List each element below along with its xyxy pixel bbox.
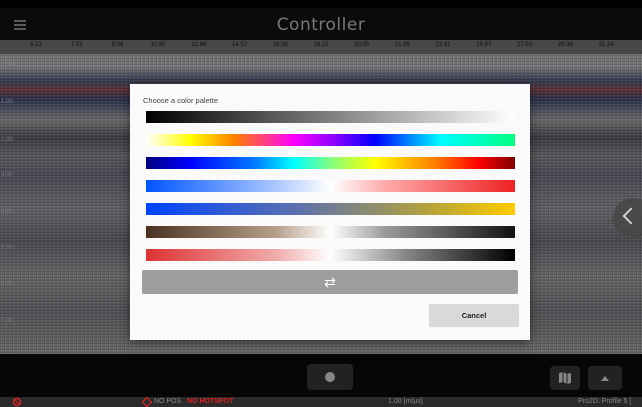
swap-arrows-icon: ⇄ bbox=[324, 274, 336, 290]
color-palette-dialog: Choose a color palette ⇄ Cancel bbox=[130, 84, 530, 340]
palette-option-blue-yellow[interactable] bbox=[146, 203, 515, 215]
dialog-title: Choose a color palette bbox=[143, 96, 219, 105]
palette-option-grayscale[interactable] bbox=[146, 111, 515, 123]
speed-label: 1.00 [m/µs] bbox=[388, 398, 423, 405]
app-window: Controller 5.23 7.03 9.04 10.80 12.66 14.52 16… bbox=[0, 0, 642, 407]
palette-option-rainbow[interactable] bbox=[146, 134, 515, 146]
cancel-button[interactable]: Cancel bbox=[429, 304, 519, 327]
status-bar: NO POS NO HOTSPOT 1.00 [m/µs] Pro2D: Pro… bbox=[0, 397, 642, 407]
no-pos-label: NO POS bbox=[154, 398, 182, 405]
palette-option-brown-white-black[interactable] bbox=[146, 226, 515, 238]
no-hotspot-label: NO HOTSPOT bbox=[187, 398, 234, 405]
palette-option-red-white-black[interactable] bbox=[146, 249, 515, 261]
palette-option-blue-white-red[interactable] bbox=[146, 180, 515, 192]
chevron-left-icon bbox=[622, 207, 640, 225]
alert-icon bbox=[12, 397, 22, 407]
profile-label: Pro2D: Profile 5 [ bbox=[578, 398, 632, 405]
invert-palette-button[interactable]: ⇄ bbox=[142, 270, 518, 294]
palette-option-jet[interactable] bbox=[146, 157, 515, 169]
position-icon bbox=[142, 397, 152, 407]
